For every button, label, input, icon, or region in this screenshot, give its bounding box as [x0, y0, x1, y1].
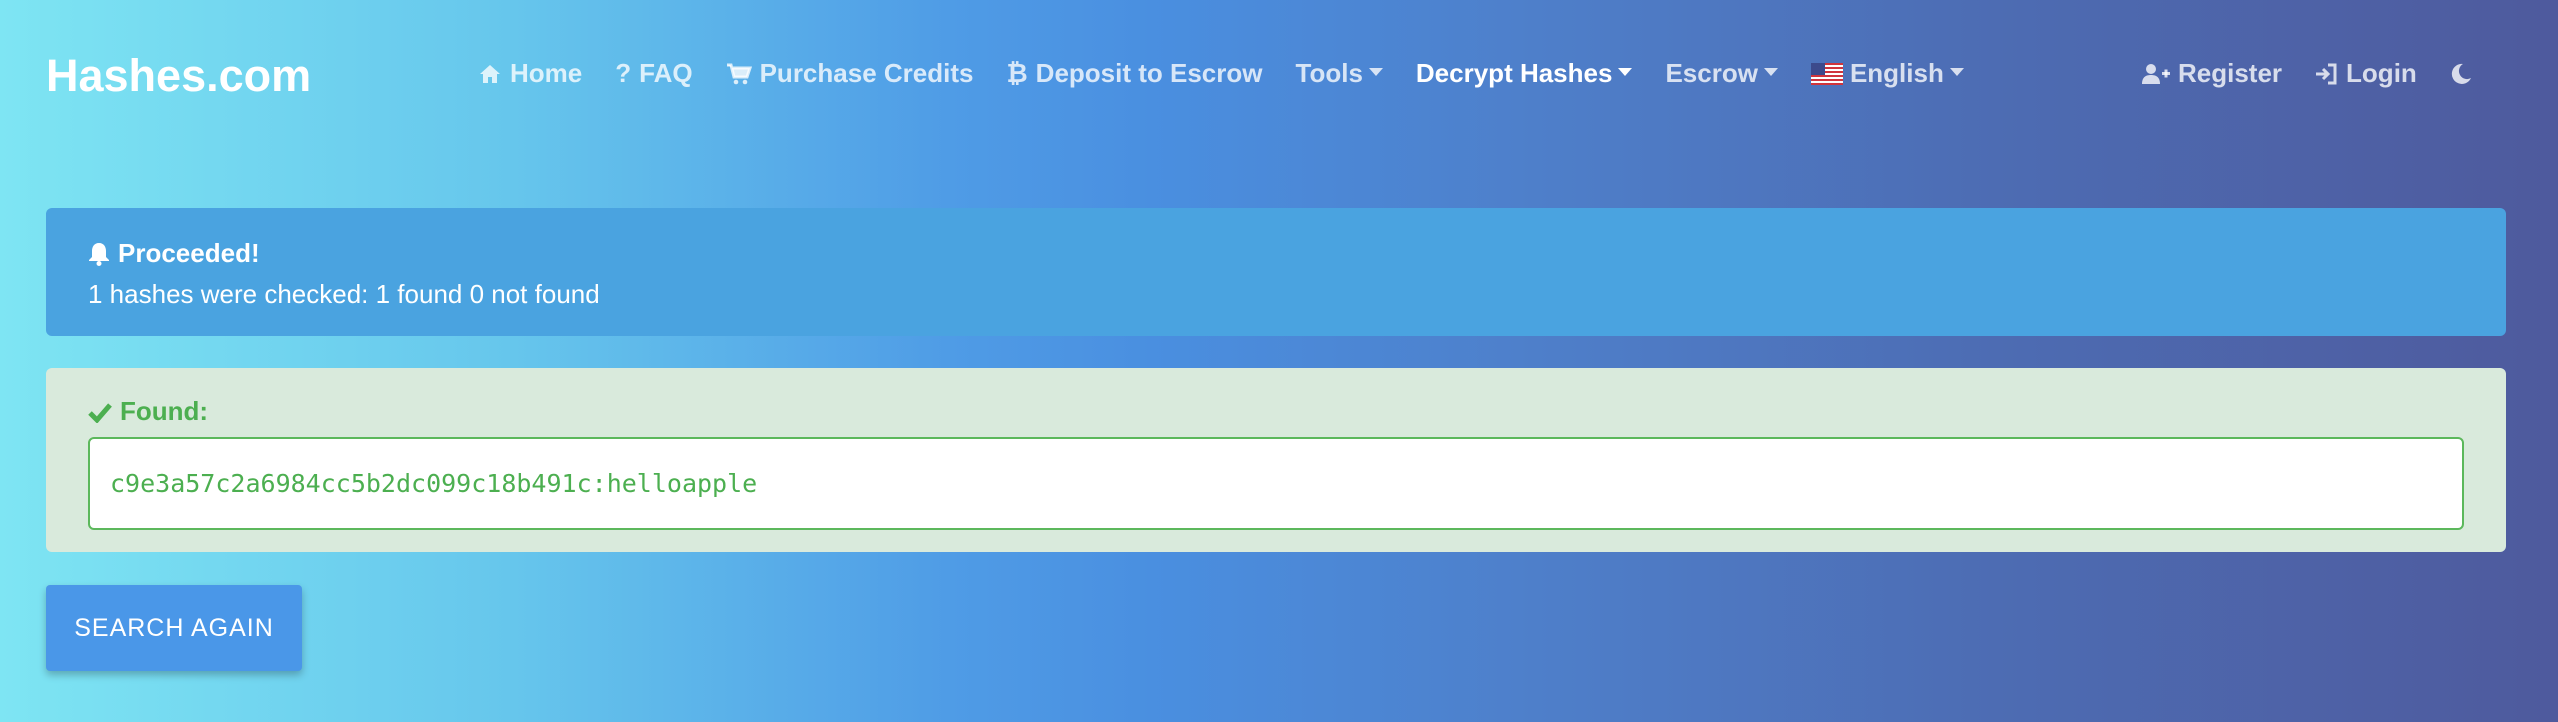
- nav-deposit-escrow[interactable]: ₿ Deposit to Escrow: [1006, 58, 1262, 89]
- nav-language-label: English: [1849, 58, 1944, 88]
- nav-decrypt-label: Decrypt Hashes: [1415, 58, 1613, 88]
- found-label-text: Found:: [120, 396, 209, 426]
- caret-down-icon: [1368, 67, 1383, 76]
- nav-login[interactable]: Login: [2314, 58, 2417, 89]
- sign-in-icon: [2314, 63, 2338, 85]
- nav-faq-label: FAQ: [639, 58, 693, 88]
- found-result-panel: Found: c9e3a57c2a6984cc5b2dc099c18b491c:…: [46, 368, 2506, 552]
- nav-escrow-label: Escrow: [1665, 58, 1758, 88]
- nav-tools-dropdown[interactable]: Tools: [1296, 58, 1383, 89]
- alert-title-text: Proceeded!: [118, 238, 260, 268]
- nav-escrow-dropdown[interactable]: Escrow: [1665, 58, 1778, 89]
- nav-faq[interactable]: ? FAQ: [615, 58, 692, 89]
- caret-down-icon: [1618, 67, 1633, 76]
- found-hash-field[interactable]: c9e3a57c2a6984cc5b2dc099c18b491c:helloap…: [88, 437, 2464, 530]
- caret-down-icon: [1949, 67, 1964, 76]
- nav-account-menu: Register Login: [2142, 58, 2513, 89]
- bell-icon: [89, 242, 109, 266]
- nav-login-label: Login: [2346, 58, 2417, 88]
- info-alert: Proceeded! 1 hashes were checked: 1 foun…: [46, 208, 2506, 336]
- navbar: Hashes.com Home ? FAQ Purchase Credits ₿…: [0, 0, 2558, 150]
- caret-down-icon: [1763, 67, 1778, 76]
- moon-icon: [2449, 62, 2473, 86]
- nav-home[interactable]: Home: [478, 58, 582, 89]
- home-icon: [478, 63, 502, 85]
- us-flag-icon: [1810, 61, 1843, 85]
- nav-decrypt-hashes-dropdown[interactable]: Decrypt Hashes: [1416, 58, 1633, 89]
- question-icon: ?: [615, 58, 632, 88]
- search-again-button[interactable]: SEARCH AGAIN: [46, 585, 302, 671]
- alert-message: 1 hashes were checked: 1 found 0 not fou…: [88, 279, 600, 309]
- nav-menu: Home ? FAQ Purchase Credits ₿ Deposit to…: [478, 58, 1997, 89]
- theme-toggle-button[interactable]: [2449, 62, 2481, 86]
- nav-register-label: Register: [2178, 58, 2283, 88]
- brand-logo[interactable]: Hashes.com: [46, 50, 311, 102]
- nav-deposit-label: Deposit to Escrow: [1035, 58, 1263, 88]
- found-label: Found:: [88, 396, 2464, 427]
- user-plus-icon: [2142, 63, 2170, 85]
- check-icon: [88, 402, 112, 423]
- nav-purchase-credits[interactable]: Purchase Credits: [726, 58, 974, 89]
- nav-register[interactable]: Register: [2142, 58, 2282, 89]
- nav-home-label: Home: [510, 58, 583, 88]
- alert-title: Proceeded!: [88, 238, 2464, 269]
- nav-language-dropdown[interactable]: English: [1810, 58, 1964, 89]
- nav-tools-label: Tools: [1295, 58, 1363, 88]
- nav-purchase-label: Purchase Credits: [759, 58, 974, 88]
- bitcoin-icon: ₿: [1006, 58, 1028, 88]
- cart-icon: [726, 63, 752, 85]
